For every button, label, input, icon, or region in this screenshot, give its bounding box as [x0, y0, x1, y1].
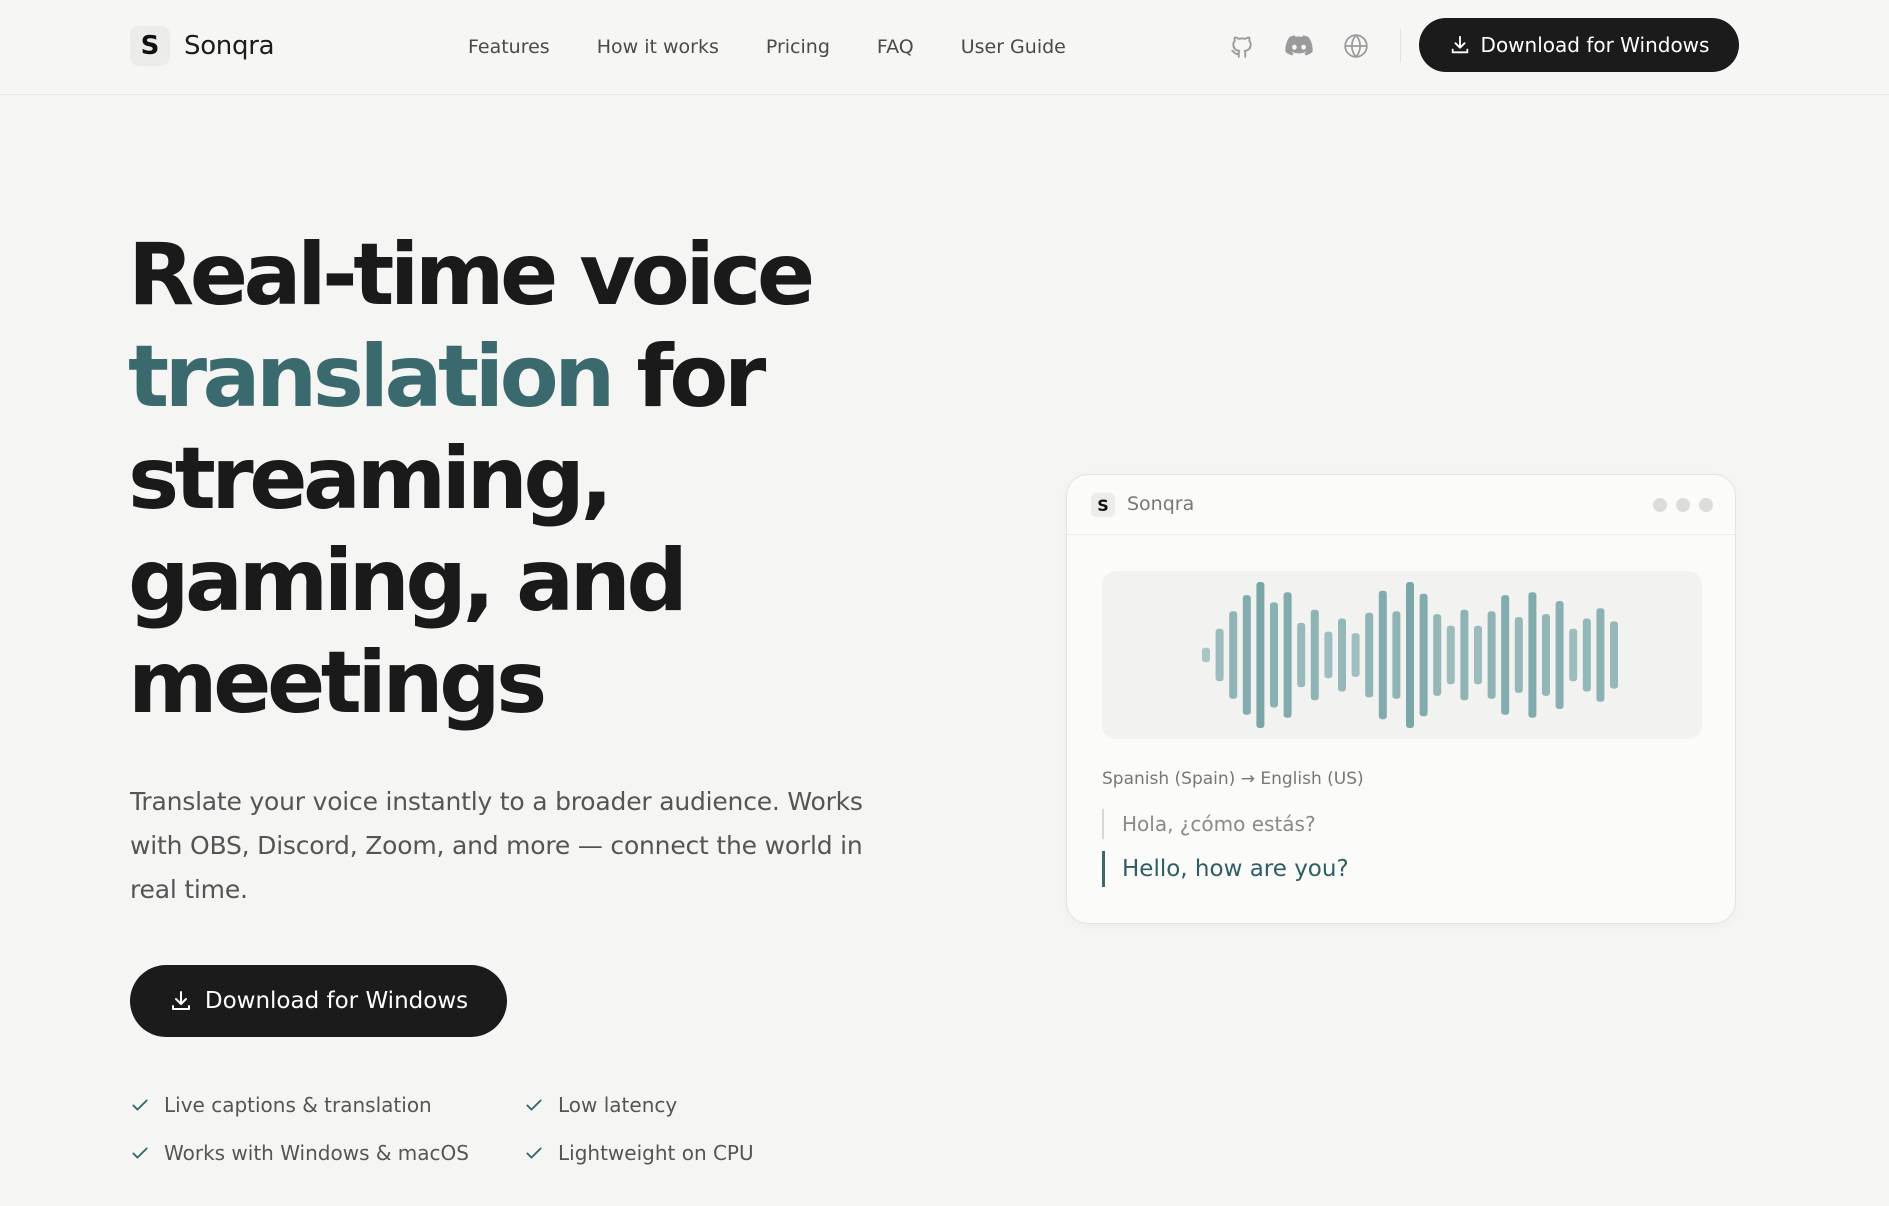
waveform-bar [1569, 628, 1578, 682]
header-icon-links [1227, 28, 1371, 64]
brand-logo-link[interactable]: S Sonqra [130, 26, 275, 66]
waveform-panel [1102, 571, 1702, 739]
waveform-bar [1351, 633, 1360, 677]
waveform-bar [1378, 590, 1387, 720]
feature-item: Live captions & translation [130, 1092, 524, 1118]
hero-title-line-3: streaming, [128, 429, 613, 529]
hero-download-label: Download for Windows [204, 988, 469, 1014]
nav-how-it-works[interactable]: How it works [597, 36, 719, 58]
feature-list: Live captions & translation Low latency … [130, 1092, 830, 1166]
download-icon [171, 991, 190, 1010]
language-pair: Spanish (Spain) → English (US) [1102, 769, 1364, 789]
check-icon [524, 1142, 546, 1164]
feature-item: Lightweight on CPU [524, 1140, 824, 1166]
hero-title-after-accent: for [610, 327, 766, 427]
feature-item: Works with Windows & macOS [130, 1140, 524, 1166]
waveform-bar [1338, 618, 1346, 692]
header-divider [1400, 29, 1401, 63]
hero-download-button[interactable]: Download for Windows [130, 965, 507, 1037]
waveform-bar [1256, 582, 1265, 728]
preview-logo: S [1091, 493, 1115, 517]
waveform-bar [1324, 631, 1333, 679]
waveform-bar [1501, 595, 1510, 715]
waveform-bar [1215, 628, 1224, 682]
header-download-button[interactable]: Download for Windows [1419, 18, 1739, 72]
discord-icon[interactable] [1284, 31, 1314, 61]
feature-label: Lightweight on CPU [558, 1141, 754, 1165]
waveform-bar [1542, 614, 1550, 696]
waveform-bar [1297, 622, 1306, 688]
waveform-bar [1446, 625, 1455, 685]
waveform-bar [1610, 621, 1618, 689]
app-preview-card: S Sonqra Spanish (Spain) → English (US) … [1066, 474, 1736, 924]
window-dot-icon [1676, 498, 1690, 512]
globe-icon[interactable] [1341, 31, 1371, 61]
waveform-bar [1487, 611, 1496, 699]
waveform-bar [1406, 582, 1414, 728]
waveform-bar [1283, 592, 1292, 718]
hero-title-line-1: Real-time voice [128, 225, 815, 325]
waveform-bar [1433, 614, 1442, 696]
waveform-bar [1229, 611, 1238, 699]
waveform-bar [1365, 612, 1374, 698]
waveform-bar [1419, 593, 1428, 717]
download-icon [1451, 35, 1468, 54]
hero-title-line-4: gaming, and [128, 531, 688, 631]
window-dot-icon [1699, 498, 1713, 512]
waveform-bar [1555, 601, 1564, 709]
hero-title-line-5: meetings [128, 633, 547, 733]
hero-subtitle: Translate your voice instantly to a broa… [130, 787, 863, 904]
waveform-bar [1528, 592, 1537, 718]
brand-mark: S [130, 26, 170, 66]
nav-user-guide[interactable]: User Guide [961, 36, 1066, 58]
waveform-bar [1242, 595, 1251, 715]
feature-label: Low latency [558, 1093, 678, 1117]
preview-app-name: Sonqra [1127, 493, 1195, 515]
hero-title: Real-time voice translation for streamin… [128, 224, 928, 734]
waveform-bar [1310, 609, 1319, 701]
brand-name: Sonqra [184, 31, 275, 61]
waveform-bar [1202, 647, 1210, 663]
feature-item: Low latency [524, 1092, 824, 1118]
feature-label: Live captions & translation [164, 1093, 432, 1117]
preview-titlebar: S Sonqra [1067, 475, 1735, 535]
window-dot-icon [1653, 498, 1667, 512]
check-icon [130, 1094, 152, 1116]
hero-title-accent: translation [128, 327, 615, 427]
waveform-bar [1474, 625, 1482, 685]
nav-pricing[interactable]: Pricing [766, 36, 830, 58]
header-download-label: Download for Windows [1480, 33, 1710, 57]
window-controls [1653, 498, 1713, 512]
original-caption: Hola, ¿cómo estás? [1102, 809, 1316, 839]
waveform-bar [1582, 618, 1591, 692]
waveform-bar [1270, 602, 1278, 708]
waveform-bar [1460, 609, 1469, 701]
audio-waveform [1202, 582, 1618, 728]
site-header: S Sonqra Features How it works Pricing F… [0, 0, 1889, 95]
check-icon [130, 1142, 152, 1164]
translated-caption: Hello, how are you? [1102, 851, 1349, 887]
github-icon[interactable] [1227, 31, 1257, 61]
nav-features[interactable]: Features [468, 36, 550, 58]
waveform-bar [1596, 608, 1605, 702]
check-icon [524, 1094, 546, 1116]
waveform-bar [1514, 617, 1523, 693]
nav-faq[interactable]: FAQ [877, 36, 914, 58]
waveform-bar [1392, 611, 1401, 699]
main-nav: Features How it works Pricing FAQ User G… [468, 30, 1066, 64]
feature-label: Works with Windows & macOS [164, 1141, 469, 1165]
